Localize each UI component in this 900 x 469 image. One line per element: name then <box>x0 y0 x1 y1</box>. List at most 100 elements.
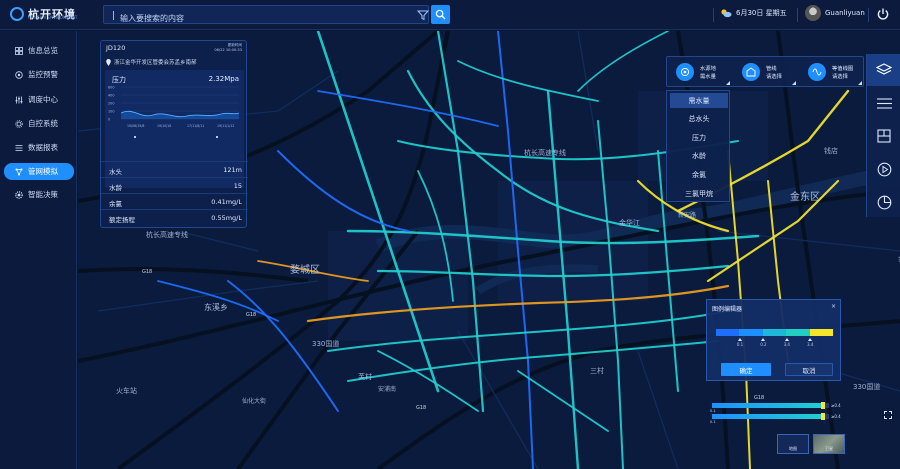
dropdown-item[interactable]: 余氯 <box>670 167 728 182</box>
ramp-break-marker[interactable]: 3.4 <box>781 338 793 347</box>
map-label: 芙村 <box>358 372 372 381</box>
ramp-segment[interactable] <box>716 329 740 336</box>
dropdown-item[interactable]: 需水量 <box>670 93 728 108</box>
selector-value: 请选择 <box>766 74 782 80</box>
range-max-label: ≥0.4 <box>831 414 841 419</box>
sidebar-item-1[interactable]: 信息总览 <box>4 42 74 59</box>
search-box <box>103 5 429 27</box>
layers-button[interactable] <box>867 54 900 86</box>
timeline-marker[interactable] <box>133 135 137 139</box>
dropdown-corner-icon <box>858 81 862 85</box>
sidebar-item-6[interactable]: 管网模拟 <box>4 163 74 180</box>
close-icon[interactable]: × <box>831 303 836 310</box>
range-slider-track[interactable] <box>712 402 829 409</box>
app-root: 杭开环境 HANGKAI ENVIRONMENT 6月30日 星期五 <box>0 0 900 469</box>
sidebar-item-label: 调度中心 <box>28 95 58 104</box>
selector-icon-wrap <box>808 63 826 81</box>
caret-up-icon <box>784 338 789 341</box>
ramp-break-marker[interactable]: 3.4 <box>804 338 816 347</box>
dropdown-item[interactable]: 压力 <box>670 130 728 145</box>
divider <box>797 8 798 22</box>
ramp-break-marker[interactable]: 0.2 <box>757 338 769 347</box>
timeline-marker[interactable] <box>215 135 219 139</box>
x-tick-label: 19/10/16 <box>157 124 171 128</box>
fullscreen-icon[interactable] <box>884 411 892 419</box>
dropdown-item[interactable]: 水龄 <box>670 149 728 164</box>
range-slider-handle[interactable] <box>821 413 826 420</box>
metric-row: 额定扬程 0.55mg/L <box>101 209 248 225</box>
ramp-break-label: 0.1 <box>736 342 744 347</box>
map-label: G18 <box>416 405 426 411</box>
avatar[interactable] <box>805 5 821 21</box>
dropdown-item[interactable]: 三氯甲烷 <box>670 186 728 201</box>
date-text: 6月30日 星期五 <box>736 9 787 17</box>
sidebar-item-3[interactable]: 调度中心 <box>4 91 74 108</box>
weather-date: 6月30日 星期五 <box>720 8 787 18</box>
selector-card-2[interactable]: 管线 请选择 <box>734 59 798 86</box>
metric-value: 121m <box>223 166 242 174</box>
sidebar-item-5[interactable]: 数据报表 <box>4 139 74 156</box>
caret-up-icon <box>738 338 742 341</box>
station-metrics: 水头 121m 水龄 15 余氯 0.41mg/L 额定扬程 0.55mg/L <box>101 161 248 225</box>
ramp-break-label: 0.2 <box>760 342 767 347</box>
sliders-icon <box>15 96 23 103</box>
sidebar-item-label: 监控预警 <box>28 70 58 79</box>
user-menu[interactable]: Guanliyuan <box>805 5 865 21</box>
metric-key: 额定扬程 <box>109 216 135 224</box>
range-slider-fill <box>712 414 826 419</box>
range-slider-track[interactable] <box>712 413 829 420</box>
menu-icon <box>876 97 892 109</box>
username: Guanliyuan <box>825 9 865 17</box>
sidebar-item-4[interactable]: 自控系统 <box>4 115 74 132</box>
ramp-break-marker[interactable]: 0.1 <box>734 338 746 347</box>
cloud-sun-icon <box>721 9 732 18</box>
range-slider-handle[interactable] <box>821 402 826 409</box>
satellite-basemap-label: 卫星 <box>825 446 833 451</box>
power-icon[interactable] <box>876 7 890 21</box>
map-label: 金华江 <box>619 218 640 227</box>
confirm-button[interactable]: 确定 <box>721 363 771 376</box>
search-button[interactable] <box>431 5 450 24</box>
panel-layout-button[interactable] <box>867 120 900 152</box>
text-cursor <box>113 11 114 20</box>
divider <box>868 8 869 22</box>
selector-card-3[interactable]: 等值线图 请选择 <box>800 59 864 86</box>
ramp-segment[interactable] <box>786 329 810 336</box>
menu-button[interactable] <box>867 87 900 119</box>
map-label: G18 <box>246 312 256 318</box>
location-pin-icon <box>106 58 111 66</box>
sidebar-item-label: 数据报表 <box>28 143 58 152</box>
search-input[interactable] <box>104 10 394 27</box>
selector-icon-wrap <box>676 63 694 81</box>
top-bar: 杭开环境 HANGKAI ENVIRONMENT 6月30日 星期五 <box>0 0 900 30</box>
sidebar-item-label: 管网模拟 <box>28 167 58 176</box>
ramp-segment[interactable] <box>809 329 834 336</box>
color-ramp[interactable] <box>716 329 834 336</box>
sidebar-item-7[interactable]: 智能决策 <box>4 186 74 203</box>
station-info-panel: JD120 更新时间 06/22 10:00:33 浙江金华开发区管委会苏孟乡南… <box>100 40 248 228</box>
ramp-segment[interactable] <box>739 329 763 336</box>
ramp-segment[interactable] <box>762 329 787 336</box>
y-tick-label: 100 <box>108 109 114 113</box>
cancel-button[interactable]: 取消 <box>785 363 833 376</box>
filter-icon[interactable] <box>417 9 429 21</box>
metric-key: 余氯 <box>109 200 122 208</box>
vector-basemap-label: 地图 <box>789 446 797 451</box>
map-label: 安浦南 <box>378 385 396 393</box>
statistics-button[interactable] <box>867 186 900 218</box>
selector-value: 请选择 <box>832 74 848 80</box>
playback-button[interactable] <box>867 153 900 185</box>
y-tick-label: 200 <box>108 101 114 105</box>
selector-card-1[interactable]: 水源地 需水量 <box>668 59 732 86</box>
station-address: 浙江金华开发区管委会苏孟乡南郝 <box>106 58 197 66</box>
update-time: 更新时间 06/22 10:00:33 <box>214 43 242 53</box>
address-text: 浙江金华开发区管委会苏孟乡南郝 <box>114 60 197 66</box>
metric-value: 15 <box>233 182 242 190</box>
map-label: 330国道 <box>853 382 880 391</box>
dropdown-item[interactable]: 总水头 <box>670 112 728 127</box>
vector-basemap-button[interactable]: 地图 <box>777 434 809 454</box>
satellite-basemap-button[interactable]: 卫星 <box>813 434 845 454</box>
map-label: 金东区 <box>790 190 820 203</box>
sidebar-item-2[interactable]: 监控预警 <box>4 66 74 83</box>
metric-row: 水头 121m <box>101 161 248 177</box>
